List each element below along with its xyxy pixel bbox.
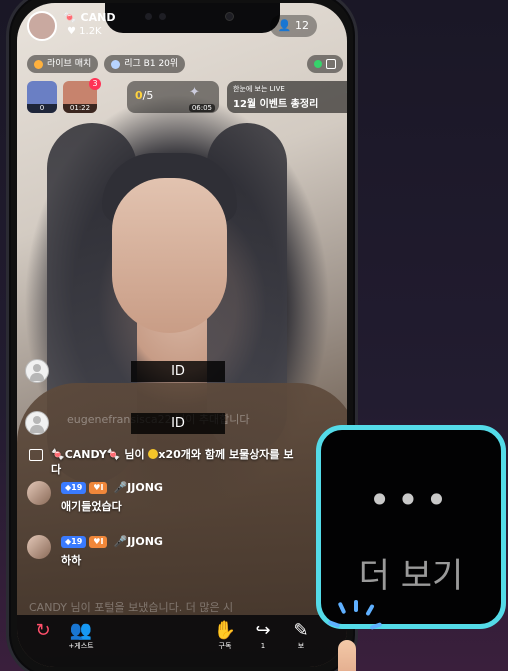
streamer-name[interactable]: 🍬 CAND [63, 11, 115, 24]
guest-button[interactable]: 👥 +게스트 [61, 621, 101, 651]
badge-value: 19 [71, 482, 83, 492]
user-badges: ◆19 ♥I 🎤JJONG [61, 535, 163, 548]
faded-system-message: CANDY 님이 포털을 보냈습니다. 더 많은 시 [29, 601, 234, 614]
nickname-text: JJONG [127, 481, 163, 494]
mission-timer: 06:05 [188, 104, 215, 112]
guests-icon: 👥 [69, 620, 93, 641]
stream-tags: 라이브 매치 리그 B1 20위 [27, 55, 186, 73]
broadcast-button[interactable]: ↻ [23, 621, 63, 641]
live-stream-screen: 🍬 CAND ♥ 1.2K 👤 12 라이브 매치 리그 B1 20위 0 01… [17, 3, 347, 667]
likes-count: ♥ 1.2K [67, 26, 102, 37]
heart-badge: ♥I [89, 481, 108, 494]
tag-label: 리그 B1 20위 [124, 59, 179, 69]
user-avatar [25, 359, 49, 383]
handshake-icon: ✋ [213, 620, 237, 641]
ranking-widget[interactable]: 0 [27, 81, 57, 113]
edit-label: 보 [297, 642, 305, 650]
streamer-name-text: CAND [80, 11, 116, 24]
fan-level-badge: ◆19 [61, 535, 87, 548]
connection-status[interactable] [307, 55, 343, 73]
streamer-avatar[interactable] [27, 11, 57, 41]
chat-text: 애기들었습다 [61, 500, 122, 513]
tap-indicator-icon [326, 600, 386, 671]
user-avatar [27, 481, 51, 505]
id-label: ID [131, 361, 225, 382]
more-button-callout[interactable]: ••• 더 보기 [316, 425, 506, 629]
viewer-id-row[interactable]: ID [25, 359, 225, 383]
badge-value: I [100, 482, 104, 492]
mission-widget[interactable]: 0/5 ✦ 06:05 [127, 81, 219, 113]
guest-label: +게스트 [68, 642, 94, 650]
subscribe-label: 구독 [218, 642, 232, 650]
mission-total: /5 [142, 89, 154, 102]
likes-value: 1.2K [79, 26, 102, 37]
system-chat-message: 🍬CANDY🍬 님이 x20개와 함께 보물상자를 보다 [29, 447, 347, 477]
pencil-icon: ✎ [293, 620, 309, 641]
ranking-widget-label: 0 [27, 104, 57, 113]
heart-icon: ♥ [345, 86, 347, 106]
more-button-label: 더 보기 [358, 556, 464, 596]
diamond-icon [111, 59, 121, 69]
user-badges: ◆19 ♥I 🎤JJONG [61, 481, 163, 494]
mission-progress: 0/5 [135, 89, 153, 102]
chat-text: 하하 [61, 554, 82, 567]
user-avatar [25, 411, 49, 435]
user-avatar [27, 535, 51, 559]
video-background [112, 178, 227, 333]
event-widgets: 0 01:22 3 0/5 ✦ 06:05 한눈에 보는 LIVE 12월 이벤… [27, 78, 347, 115]
badge-value: I [100, 536, 104, 546]
badge-value: 19 [71, 536, 83, 546]
trophy-icon [34, 59, 43, 69]
viewer-id-row[interactable]: ID [25, 411, 225, 435]
subscribe-button[interactable]: ✋ 구독 [205, 621, 245, 651]
viewer-count-value: 12 [295, 19, 309, 32]
share-icon: ↪ [255, 620, 271, 641]
chat-nickname: 🎤JJONG [113, 481, 163, 494]
message-part: 님이 [120, 448, 149, 461]
viewer-count[interactable]: 👤 12 [269, 15, 317, 37]
message-part: x20개와 함께 보물상자를 보 [158, 448, 294, 461]
mission-icon: ✦ [189, 85, 200, 100]
heart-badge: ♥I [89, 535, 108, 548]
edit-button[interactable]: ✎ 보 [281, 621, 321, 651]
bottom-action-bar: ↻ 👥 +게스트 ✋ 구독 ↪ 1 ✎ 보 [17, 615, 347, 667]
gift-box-timer: 01:22 [63, 104, 97, 113]
stream-header: 🍬 CAND ♥ 1.2K 👤 12 [27, 9, 337, 45]
home-icon [326, 59, 336, 69]
notification-badge: 3 [89, 78, 101, 90]
nickname-text: JJONG [127, 535, 163, 548]
event-subtitle: 한눈에 보는 LIVE [233, 85, 285, 93]
coin-icon [148, 449, 159, 459]
gift-icon [29, 449, 43, 461]
event-banner[interactable]: 한눈에 보는 LIVE 12월 이벤트 총정리 ♥ [227, 81, 347, 113]
mission-count: 0 [135, 89, 143, 102]
id-label: ID [131, 413, 225, 434]
system-message-text: 🍬CANDY🍬 님이 x20개와 함께 보물상자를 보다 [51, 448, 294, 476]
sender-name: CANDY [64, 448, 107, 461]
message-part: 다 [51, 463, 62, 476]
event-title: 12월 이벤트 총정리 [233, 99, 319, 110]
refresh-icon: ↻ [35, 620, 51, 641]
share-button[interactable]: ↪ 1 [243, 621, 283, 651]
share-count: 1 [260, 642, 266, 650]
chat-nickname: 🎤JJONG [113, 535, 163, 548]
phone-frame: 🍬 CAND ♥ 1.2K 👤 12 라이브 매치 리그 B1 20위 0 01… [6, 0, 358, 671]
tag-league[interactable]: 리그 B1 20위 [104, 55, 186, 73]
live-dot-icon [314, 60, 322, 68]
tag-label: 라이브 매치 [47, 59, 92, 69]
fan-level-badge: ◆19 [61, 481, 87, 494]
more-dots-icon: ••• [368, 478, 454, 522]
tag-live-match[interactable]: 라이브 매치 [27, 55, 99, 73]
